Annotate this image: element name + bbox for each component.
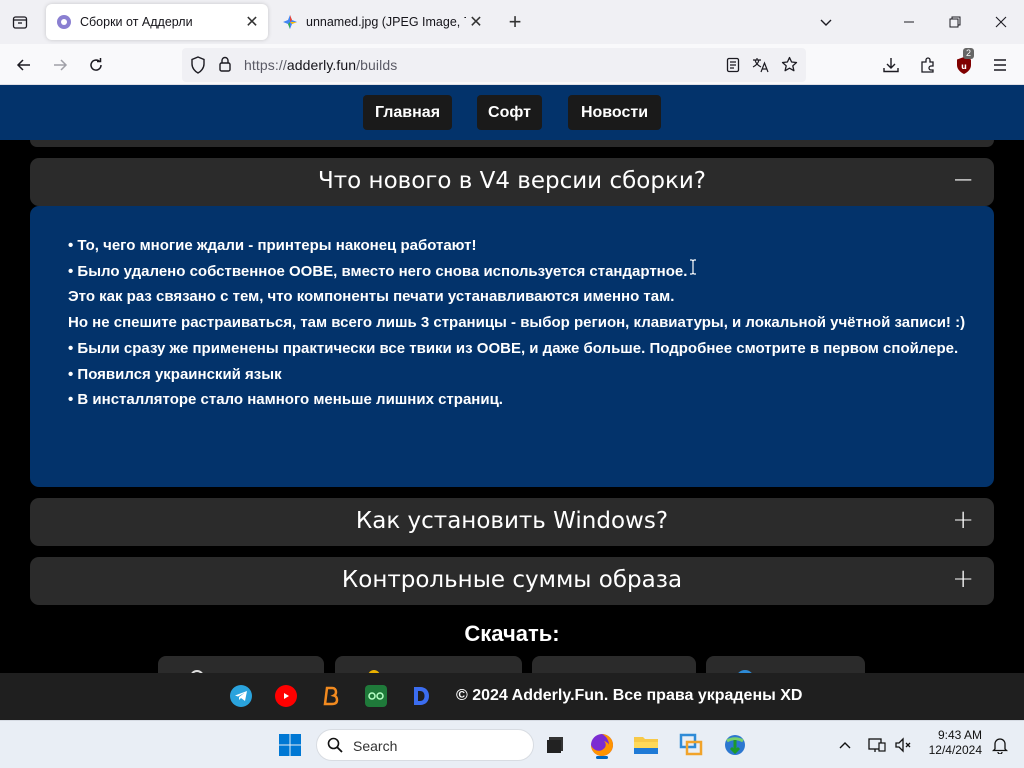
- expand-plus-icon[interactable]: +: [952, 564, 974, 594]
- changelog-line: • Появился украинский язык: [68, 365, 282, 383]
- vk-play-icon[interactable]: [365, 685, 387, 707]
- search-icon: [327, 737, 343, 758]
- chevron-down-icon[interactable]: [814, 10, 838, 34]
- site-header: Главная Софт Новости: [0, 85, 1024, 140]
- boosty-icon[interactable]: [320, 685, 342, 707]
- download-button[interactable]: [158, 656, 324, 673]
- back-arrow-icon[interactable]: [11, 52, 37, 78]
- changelog-line: • В инсталляторе стало намного меньше ли…: [68, 391, 503, 409]
- ublock-extension-icon[interactable]: u 2: [951, 48, 977, 78]
- windows-taskbar: Search 9:43 AM 12/4/2024: [0, 720, 1024, 768]
- tab-title: Сборки от Аддерли: [80, 15, 193, 29]
- changelog-line: • То, чего многие ждали - принтеры након…: [68, 237, 477, 254]
- browser-tab-bar: Сборки от Аддерли ✕ unnamed.jpg (JPEG Im…: [0, 0, 1024, 44]
- changelog-panel: • То, чего многие ждали - принтеры након…: [30, 206, 994, 487]
- firefox-icon[interactable]: [586, 729, 618, 761]
- clock-date: 12/4/2024: [928, 743, 982, 757]
- internet-download-manager-icon[interactable]: [719, 729, 751, 761]
- extensions-icon[interactable]: [915, 52, 941, 78]
- text-cursor-icon: [689, 259, 697, 275]
- windows-start-icon[interactable]: [274, 729, 306, 761]
- image-favicon-icon: [282, 14, 298, 30]
- tab-adderly[interactable]: Сборки от Аддерли ✕: [46, 4, 268, 40]
- changelog-line: • Были сразу же применены практически вс…: [68, 339, 959, 357]
- youtube-icon[interactable]: [275, 685, 297, 707]
- url-bar[interactable]: https://adderly.fun/builds: [182, 48, 806, 82]
- telegram-icon[interactable]: [230, 685, 252, 707]
- shield-icon[interactable]: [190, 56, 206, 79]
- download-heading: Скачать:: [464, 621, 560, 646]
- tab-title: unnamed.jpg (JPEG Image, 750: [306, 15, 466, 29]
- accordion-title: Как установить Windows?: [355, 508, 669, 534]
- nav-news-button[interactable]: Новости: [568, 95, 661, 130]
- browser-nav-bar: https://adderly.fun/builds u 2: [0, 44, 1024, 85]
- web-page: Главная Софт Новости Что нового в V4 вер…: [0, 85, 1024, 673]
- download-button[interactable]: [706, 656, 865, 673]
- footer-copyright: © 2024 Adderly.Fun. Все права украдены X…: [456, 687, 803, 704]
- reload-icon[interactable]: [83, 52, 109, 78]
- site-footer: © 2024 Adderly.Fun. Все права украдены X…: [0, 673, 1024, 720]
- accordion-title: Контрольные суммы образа: [341, 567, 683, 593]
- changelog-line: Но не спешите растраиваться, там всего л…: [68, 314, 966, 332]
- lock-icon[interactable]: [218, 56, 232, 77]
- previous-accordion-edge: [30, 140, 994, 147]
- accordion-title: Что нового в V4 версии сборки?: [317, 168, 706, 194]
- close-tab-icon[interactable]: ✕: [466, 12, 486, 32]
- collapse-minus-icon[interactable]: −: [952, 165, 974, 195]
- accordion-checksums[interactable]: Контрольные суммы образа +: [30, 557, 994, 605]
- downloads-icon[interactable]: [878, 52, 904, 78]
- search-placeholder: Search: [353, 738, 398, 754]
- bookmark-star-icon[interactable]: [781, 56, 798, 78]
- url-text[interactable]: https://adderly.fun/builds: [244, 57, 397, 73]
- tab-unnamed-image[interactable]: unnamed.jpg (JPEG Image, 750 ✕: [272, 4, 492, 40]
- adderly-favicon-icon: [56, 14, 72, 30]
- download-button[interactable]: [532, 656, 696, 673]
- minimize-window-icon[interactable]: [886, 0, 932, 44]
- taskbar-search-input[interactable]: Search: [316, 729, 534, 761]
- new-tab-icon[interactable]: +: [503, 9, 527, 34]
- download-button[interactable]: [335, 656, 522, 673]
- clock[interactable]: 9:43 AM 12/4/2024: [922, 728, 982, 758]
- accordion-whats-new[interactable]: Что нового в V4 версии сборки? −: [30, 158, 994, 206]
- volume-muted-icon[interactable]: [887, 729, 919, 761]
- hamburger-menu-icon[interactable]: [987, 52, 1013, 78]
- accordion-how-to-install[interactable]: Как установить Windows? +: [30, 498, 994, 546]
- restore-window-icon[interactable]: [932, 0, 978, 44]
- nav-home-button[interactable]: Главная: [363, 95, 452, 130]
- translate-icon[interactable]: [752, 57, 770, 78]
- show-hidden-icons-chevron-up-icon[interactable]: [829, 729, 861, 761]
- d-icon[interactable]: [410, 685, 432, 707]
- reader-view-icon[interactable]: [725, 57, 741, 78]
- tab-list-icon[interactable]: [8, 10, 32, 34]
- clock-time: 9:43 AM: [937, 728, 982, 742]
- nav-soft-button[interactable]: Софт: [477, 95, 542, 130]
- extension-badge: 2: [963, 48, 975, 59]
- remote-desktop-icon[interactable]: [675, 729, 707, 761]
- close-tab-icon[interactable]: ✕: [242, 12, 262, 32]
- file-explorer-icon[interactable]: [630, 729, 662, 761]
- close-window-icon[interactable]: [978, 0, 1024, 44]
- changelog-line: Это как раз связано с тем, что компонент…: [68, 288, 675, 306]
- notification-bell-icon[interactable]: [984, 729, 1016, 761]
- expand-plus-icon[interactable]: +: [952, 505, 974, 535]
- forward-arrow-icon[interactable]: [47, 52, 73, 78]
- changelog-line: • Было удалено собственное OOBE, вместо …: [68, 262, 688, 280]
- svg-text:u: u: [961, 62, 967, 71]
- task-view-icon[interactable]: [540, 729, 572, 761]
